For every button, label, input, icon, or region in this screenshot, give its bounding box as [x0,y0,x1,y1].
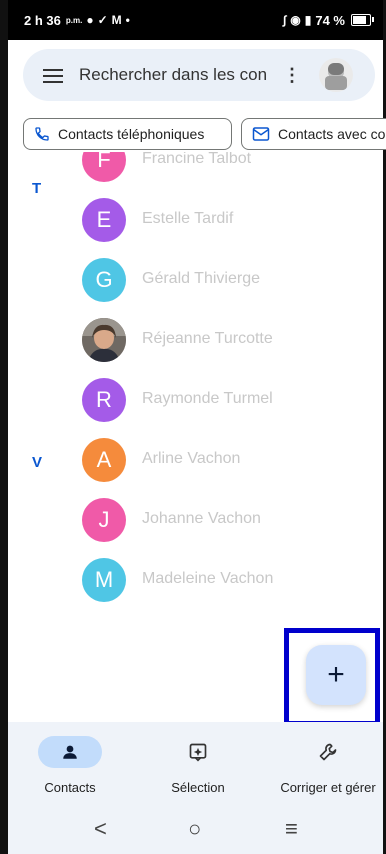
bluetooth-icon: ∫ [282,13,287,27]
battery-percent: 74 % [315,12,345,28]
wrench-icon [319,743,337,761]
phone-icon [34,126,50,142]
check-circle-icon: ✓ [97,13,108,27]
contact-name: Gérald Thivierge [142,270,260,287]
contact-row[interactable]: J Johanne Vachon [8,490,383,550]
tab-manage[interactable]: Corriger et gérer [264,722,386,804]
chip-label: Contacts avec co [278,126,386,142]
chat-icon: ● [86,13,94,27]
signal-icon: ▮ [304,13,312,27]
chip-phone-contacts[interactable]: Contacts téléphoniques [23,118,232,150]
wifi-icon: ◉ [290,13,301,27]
search-input[interactable]: Rechercher dans les con… [79,65,269,85]
tab-contacts-indicator [38,736,102,768]
status-bar: 2 h 36 p.m. ● ✓ M • ∫ ◉ ▮ 74 % [8,0,383,40]
contact-name: Johanne Vachon [142,510,261,527]
contact-avatar: A [82,438,126,482]
search-bar[interactable]: Rechercher dans les con… ⋮ [23,49,375,101]
tab-manage-label: Corriger et gérer [280,780,376,795]
tab-selection-indicator [166,736,230,768]
tab-selection[interactable]: Sélection [148,722,248,804]
contact-row[interactable]: E Estelle Tardif [8,190,383,250]
add-contact-button[interactable]: + [306,645,366,705]
contact-row[interactable]: G Gérald Thivierge [8,250,383,310]
contact-row[interactable]: Réjeanne Turcotte [8,310,383,370]
filter-chips: Contacts téléphoniques Contacts avec co [23,118,386,152]
phone-screen: 2 h 36 p.m. ● ✓ M • ∫ ◉ ▮ 74 % Rechercher… [0,0,386,854]
more-options-icon[interactable]: ⋮ [283,65,301,86]
battery-fill [353,16,367,24]
plus-icon: + [327,658,345,691]
contact-name: Francine Talbot [142,152,252,167]
contact-avatar: M [82,558,126,602]
contact-row[interactable]: F Francine Talbot [8,152,383,190]
system-navigation: < ○ ≡ [8,804,383,854]
mail-icon [252,126,270,142]
contact-name: Arline Vachon [142,450,241,467]
contact-name: Estelle Tardif [142,210,234,227]
gmail-icon: M [111,13,122,27]
contact-name: Réjeanne Turcotte [142,330,273,347]
tab-selection-label: Sélection [171,780,225,795]
bottom-navigation: Contacts Sélection Corriger et gérer [8,722,383,804]
contact-name: Madeleine Vachon [142,570,274,587]
status-left: 2 h 36 p.m. ● ✓ M • [24,13,130,28]
account-avatar[interactable] [319,58,353,92]
status-right: ∫ ◉ ▮ 74 % [282,12,374,28]
contact-avatar: J [82,498,126,542]
person-icon [63,745,77,759]
tab-contacts-label: Contacts [44,780,96,795]
screen-edge-left [0,0,8,854]
contact-row[interactable]: M Madeleine Vachon [8,550,383,610]
contact-avatar: E [82,198,126,242]
contact-avatar: F [82,152,126,182]
menu-icon[interactable] [43,67,65,83]
contact-row[interactable]: A Arline Vachon [8,430,383,490]
chip-email-contacts[interactable]: Contacts avec co [241,118,386,150]
chip-label: Contacts téléphoniques [58,126,205,142]
contact-photo-avatar [82,318,126,362]
contact-name: Raymonde Turmel [142,390,273,407]
status-time: 2 h 36 [24,12,61,28]
dot-icon: • [125,13,130,27]
sparkle-box-icon [189,743,207,762]
back-icon[interactable]: < [94,816,107,842]
tab-contacts[interactable]: Contacts [20,722,120,804]
contact-row[interactable]: R Raymonde Turmel [8,370,383,430]
status-ampm: p.m. [65,15,83,25]
home-icon[interactable]: ○ [188,816,201,842]
tab-manage-indicator [296,736,360,768]
contact-avatar: G [82,258,126,302]
battery-icon [351,14,374,26]
contact-avatar: R [82,378,126,422]
recents-icon[interactable]: ≡ [285,816,298,842]
